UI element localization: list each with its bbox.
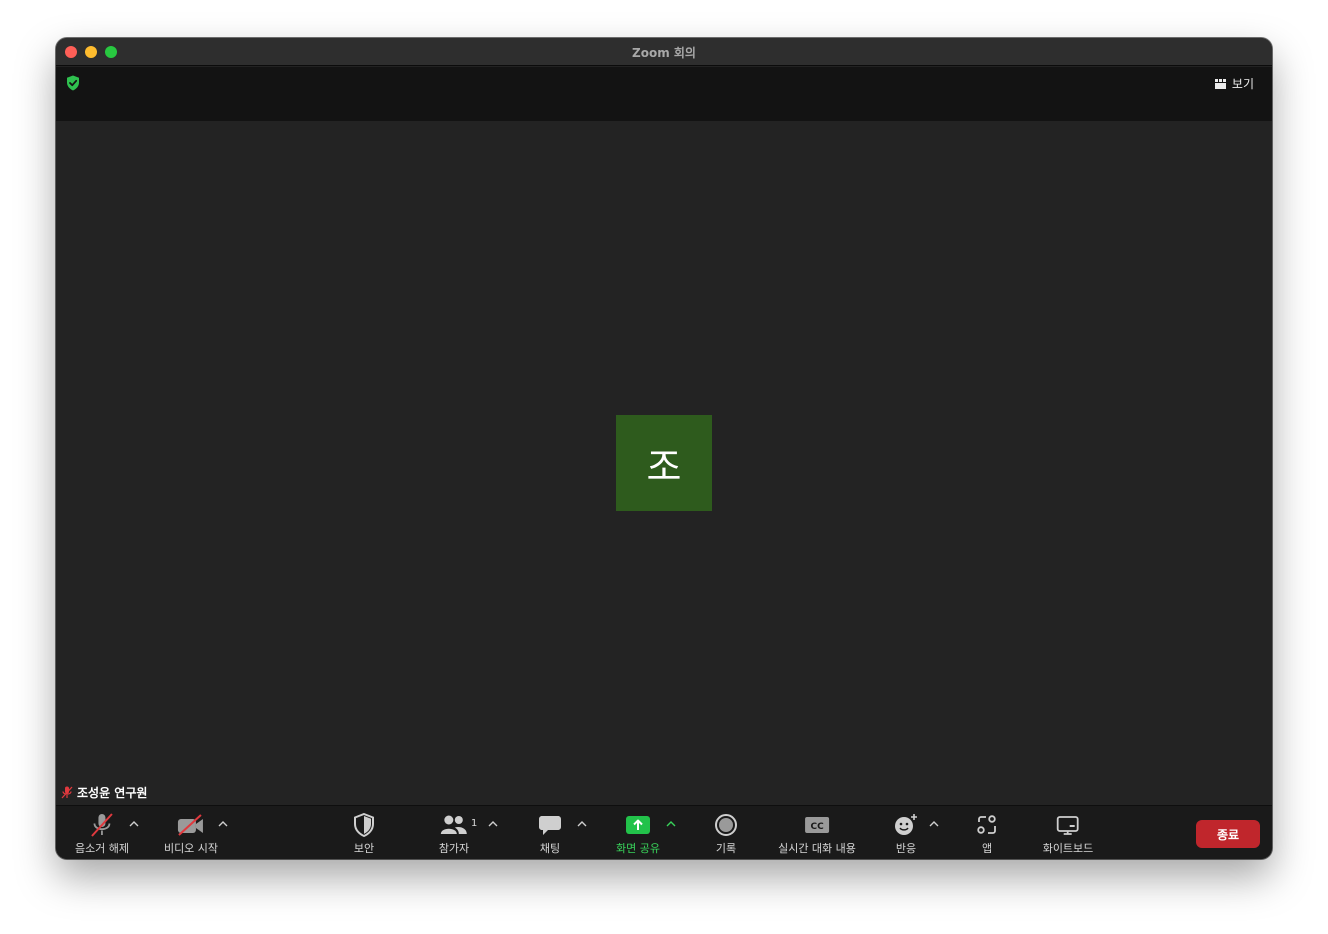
security-label: 보안 bbox=[353, 842, 375, 855]
chat-options-caret[interactable] bbox=[576, 818, 588, 830]
chevron-up-icon bbox=[577, 821, 587, 827]
chevron-up-icon bbox=[666, 821, 676, 827]
chevron-up-icon bbox=[218, 821, 228, 827]
share-screen-button[interactable]: 화면 공유 bbox=[616, 812, 660, 856]
share-screen-label: 화면 공유 bbox=[616, 842, 660, 855]
start-video-button[interactable]: 비디오 시작 bbox=[164, 812, 218, 856]
smiley-plus-icon bbox=[895, 814, 917, 835]
reactions-button[interactable]: 반응 bbox=[893, 812, 919, 856]
window-title: Zoom 회의 bbox=[632, 46, 696, 60]
zoom-window: Zoom 회의 보기 조 조성윤 연구원 음소거 해제 비디오 시작 보안 참가… bbox=[56, 38, 1272, 859]
security-button[interactable]: 보안 bbox=[353, 812, 375, 856]
muted-microphone-icon bbox=[91, 813, 113, 837]
whiteboard-label: 화이트보드 bbox=[1042, 842, 1094, 855]
video-off-icon bbox=[177, 814, 203, 836]
apps-label: 앱 bbox=[981, 842, 993, 855]
audio-options-caret[interactable] bbox=[128, 818, 140, 830]
closed-captions-icon: CC bbox=[805, 817, 829, 833]
title-bar: Zoom 회의 bbox=[56, 38, 1272, 66]
live-transcript-button[interactable]: CC 실시간 대화 내용 bbox=[778, 812, 856, 856]
view-button[interactable]: 보기 bbox=[1214, 75, 1254, 92]
chevron-up-icon bbox=[929, 821, 939, 827]
shield-check-icon[interactable] bbox=[66, 75, 80, 91]
shield-icon bbox=[354, 813, 374, 837]
live-transcript-label: 실시간 대화 내용 bbox=[778, 842, 856, 855]
end-meeting-button[interactable]: 종료 bbox=[1196, 820, 1260, 848]
meeting-top-bar: 보기 bbox=[56, 67, 1272, 121]
record-button[interactable]: 기록 bbox=[714, 812, 738, 856]
participants-icon bbox=[441, 815, 467, 834]
grid-view-icon bbox=[1214, 78, 1226, 89]
meeting-toolbar: 음소거 해제 비디오 시작 보안 참가자 1 채팅 화면 공유 기록 CC 실시… bbox=[56, 805, 1272, 859]
start-video-label: 비디오 시작 bbox=[163, 842, 219, 855]
whiteboard-button[interactable]: 화이트보드 bbox=[1042, 812, 1094, 856]
apps-button[interactable]: 앱 bbox=[976, 812, 998, 856]
whiteboard-icon bbox=[1057, 816, 1079, 835]
record-label: 기록 bbox=[715, 842, 737, 855]
participant-name-tag: 조성윤 연구원 bbox=[61, 784, 147, 801]
chat-button[interactable]: 채팅 bbox=[538, 812, 562, 856]
participants-options-caret[interactable] bbox=[487, 818, 499, 830]
participant-name: 조성윤 연구원 bbox=[77, 786, 148, 800]
participants-button[interactable]: 참가자 bbox=[439, 812, 469, 856]
participants-label: 참가자 bbox=[438, 842, 470, 855]
muted-mic-icon bbox=[61, 786, 73, 799]
share-screen-icon bbox=[625, 816, 650, 834]
participant-avatar: 조 bbox=[616, 415, 712, 511]
share-options-caret[interactable] bbox=[665, 818, 677, 830]
captions-badge-text: CC bbox=[810, 822, 824, 832]
record-icon bbox=[715, 814, 737, 836]
chat-label: 채팅 bbox=[539, 842, 561, 855]
unmute-button[interactable]: 음소거 해제 bbox=[75, 812, 129, 856]
apps-icon bbox=[977, 815, 996, 834]
chat-bubble-icon bbox=[539, 816, 561, 835]
view-button-label: 보기 bbox=[1231, 77, 1254, 91]
reactions-label: 반응 bbox=[895, 842, 917, 855]
chevron-up-icon bbox=[488, 821, 498, 827]
chevron-up-icon bbox=[129, 821, 139, 827]
reactions-options-caret[interactable] bbox=[928, 818, 940, 830]
participants-count: 1 bbox=[471, 818, 478, 829]
video-options-caret[interactable] bbox=[217, 818, 229, 830]
video-stage: 조 조성윤 연구원 bbox=[56, 121, 1272, 805]
unmute-label: 음소거 해제 bbox=[74, 842, 130, 855]
